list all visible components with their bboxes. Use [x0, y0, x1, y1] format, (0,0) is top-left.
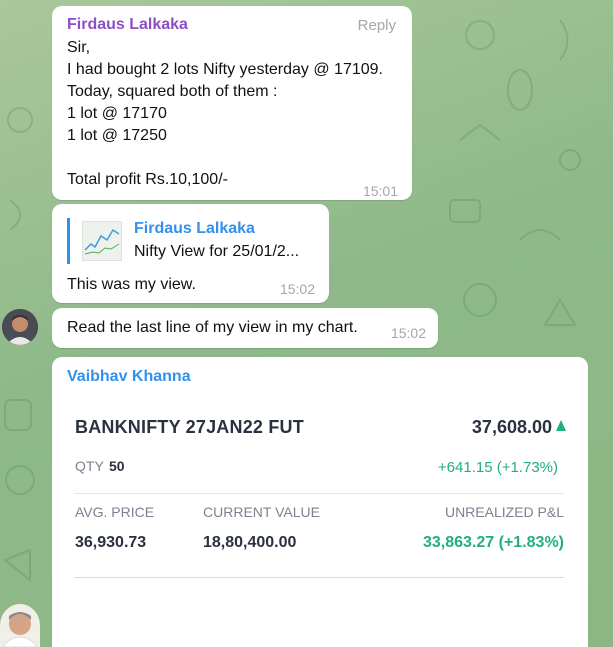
pnl-value: 33,863.27 (+1.83%): [423, 534, 564, 551]
message-time: 15:01: [362, 183, 398, 199]
pnl-label: UNREALIZED P&L: [444, 504, 564, 520]
message-bubble[interactable]: Firdaus Lalkaka Nifty View for 25/01/2..…: [52, 204, 329, 303]
message-bubble[interactable]: Read the last line of my view in my char…: [52, 308, 438, 348]
current-value-label: CURRENT VALUE: [203, 504, 320, 520]
current-value: 18,80,400.00: [203, 534, 297, 551]
avg-price-label: AVG. PRICE: [75, 504, 155, 520]
qty-label: QTY: [75, 458, 104, 474]
quoted-message[interactable]: Firdaus Lalkaka Nifty View for 25/01/2..…: [67, 218, 317, 264]
message-time: 15:02: [390, 325, 426, 341]
position-card[interactable]: BANKNIFTY 27JAN22 FUT 37,608.00 QTY 50 +…: [74, 401, 566, 579]
quoted-text: Nifty View for 25/01/2...: [134, 243, 300, 260]
chart-thumbnail: [82, 221, 122, 261]
divider: [74, 577, 564, 578]
message-bubble[interactable]: Firdaus Lalkaka Reply Sir, I had bought …: [52, 6, 412, 200]
message-text: This was my view.: [67, 276, 196, 293]
sender-name[interactable]: Firdaus Lalkaka: [67, 16, 188, 34]
reply-button[interactable]: Reply: [358, 17, 396, 34]
divider: [74, 493, 564, 494]
quoted-sender-name: Firdaus Lalkaka: [134, 220, 255, 237]
message-text: Read the last line of my view in my char…: [67, 319, 358, 336]
last-traded-price: 37,608.00: [471, 417, 552, 437]
price-change: +641.15 (+1.73%): [437, 459, 558, 476]
avg-price-value: 36,930.73: [75, 534, 147, 551]
avatar[interactable]: [0, 604, 40, 647]
qty-value: 50: [109, 458, 125, 474]
sender-name[interactable]: Vaibhav Khanna: [67, 368, 191, 386]
message-bubble[interactable]: Vaibhav Khanna BANKNIFTY 27JAN22 FUT 37,…: [52, 357, 588, 647]
message-text: Sir, I had bought 2 lots Nifty yesterday…: [67, 39, 383, 188]
instrument-symbol: BANKNIFTY 27JAN22 FUT: [75, 417, 304, 437]
avatar[interactable]: [2, 309, 38, 345]
up-triangle-icon: [556, 420, 566, 431]
message-time: 15:02: [279, 281, 315, 297]
